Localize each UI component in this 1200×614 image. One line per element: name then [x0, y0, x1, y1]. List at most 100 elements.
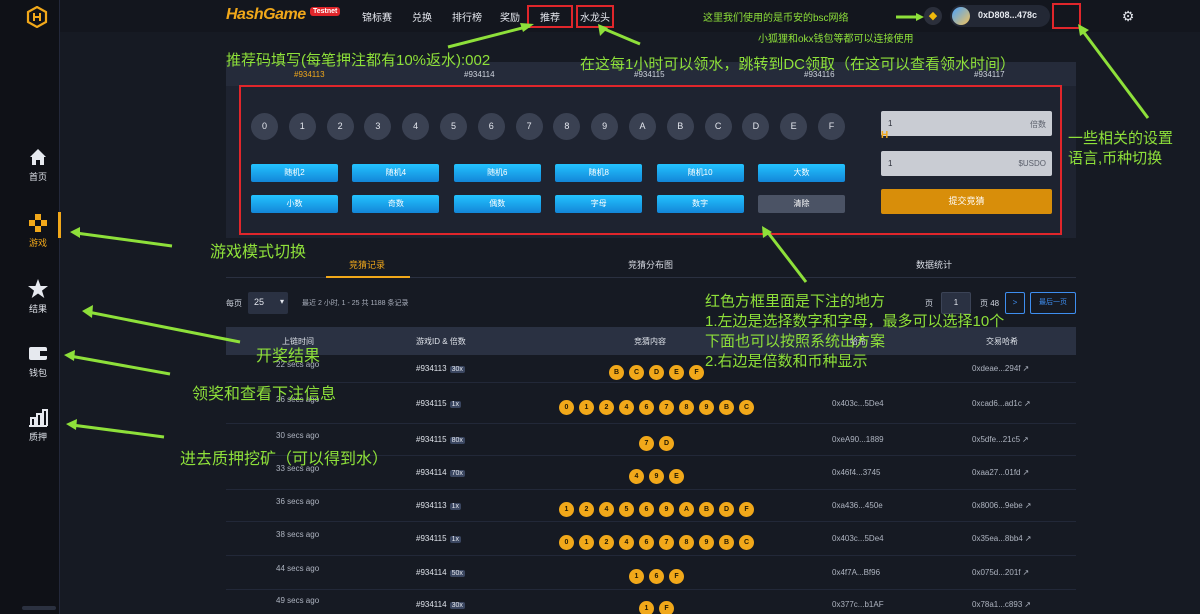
row-game-id[interactable]: #934115 1x	[416, 399, 461, 408]
sidebar-item-label: 质押	[28, 432, 47, 442]
sidebar-item-wallet[interactable]: 钱包	[16, 342, 60, 379]
bet-symbol: 9	[659, 502, 674, 517]
last-page-button[interactable]: 最后一页	[1030, 292, 1076, 314]
bet-symbol: B	[699, 502, 714, 517]
annotation-bsc: 这里我们使用的是币安的bsc网络	[703, 13, 849, 24]
bet-symbols: BCDEF	[609, 361, 709, 380]
annotation-referral: 推荐码填写(每笔押注都有10%返水):002	[226, 52, 491, 69]
sidebar-scrollbar[interactable]	[22, 606, 56, 610]
wallet-button[interactable]: 0xD808...478c	[950, 5, 1050, 27]
round-tab[interactable]: #934114	[464, 70, 495, 79]
row-tx-hash[interactable]: 0x78a1...c893 ↗	[972, 600, 1031, 609]
external-link-icon[interactable]: ↗	[1024, 399, 1031, 408]
nav-exchange[interactable]: 兑换	[412, 9, 432, 24]
tab-bet-records[interactable]: 竞猜记录	[349, 258, 385, 271]
row-hash[interactable]: 0x403c...5De4	[832, 534, 884, 543]
row-hash[interactable]: 0x46f4...3745	[832, 468, 880, 477]
annotation-wallets: 小狐狸和okx钱包等都可以连接使用	[758, 34, 914, 45]
external-link-icon[interactable]: ↗	[1025, 534, 1032, 543]
row-game-id[interactable]: #934113 1x	[416, 501, 461, 510]
bet-symbol: F	[659, 601, 674, 614]
tx-hash: 0xcad6...ad1c	[972, 399, 1022, 408]
game-id: #934113	[416, 364, 447, 373]
bet-symbols: 124569ABDF	[559, 498, 759, 517]
star-icon	[28, 279, 48, 298]
arrow-results	[87, 310, 241, 344]
multiplier-badge: 30x	[449, 602, 465, 609]
sidebar-item-label: 游戏	[28, 238, 47, 248]
sidebar-item-home[interactable]: 首页	[16, 146, 60, 183]
tab-distribution[interactable]: 竞猜分布图	[628, 258, 673, 271]
row-tx-hash[interactable]: 0x5dfe...21c5 ↗	[972, 435, 1029, 444]
row-tx-hash[interactable]: 0xaa27...01fd ↗	[972, 468, 1029, 477]
annotation-results: 开奖结果	[256, 348, 321, 365]
nav-leaderboard[interactable]: 排行榜	[452, 9, 482, 24]
row-hash[interactable]: 0x4f7A...Bf96	[832, 568, 880, 577]
avatar	[952, 7, 970, 25]
row-tx-hash[interactable]: 0x35ea...8bb4 ↗	[972, 534, 1031, 543]
active-indicator	[58, 212, 61, 238]
row-game-id[interactable]: #934115 80x	[416, 435, 465, 444]
tab-statistics[interactable]: 数据统计	[916, 258, 952, 271]
row-tx-hash[interactable]: 0xcad6...ad1c ↗	[972, 399, 1031, 408]
bet-symbol: F	[669, 569, 684, 584]
row-hash[interactable]: 0x377c...b1AF	[832, 600, 884, 609]
next-page-button[interactable]: >	[1005, 292, 1025, 314]
sidebar-item-game[interactable]: 游戏	[16, 212, 60, 249]
game-id: #934115	[416, 435, 447, 444]
col-header-content: 竞猜内容	[634, 337, 666, 346]
bet-symbol: 7	[659, 535, 674, 550]
tx-hash: 0x78a1...c893	[972, 600, 1023, 609]
brand-logo[interactable]: HashGame	[226, 6, 306, 24]
bet-symbol: 2	[579, 502, 594, 517]
row-hash[interactable]: 0x403c...5De4	[832, 399, 884, 408]
gamepad-icon	[29, 214, 47, 232]
table-row: 49 secs ago #934114 30x 1 F 0x377c...b1AF 0x78…	[226, 590, 1076, 614]
external-link-icon[interactable]: ↗	[1022, 435, 1029, 444]
bet-symbol: C	[739, 535, 754, 550]
bet-symbol: 9	[649, 469, 664, 484]
tx-hash: 0xaa27...01fd	[972, 468, 1021, 477]
bet-symbol: 4	[619, 400, 634, 415]
per-page-select[interactable]: 25 ▾	[248, 292, 288, 314]
referral-highlight	[527, 5, 573, 28]
row-game-id[interactable]: #934114 30x	[416, 600, 465, 609]
bet-symbol: 7	[639, 436, 654, 451]
row-game-id[interactable]: #934115 1x	[416, 534, 461, 543]
bet-symbols: 01246789BC	[559, 531, 759, 550]
bet-symbol: E	[669, 469, 684, 484]
row-hash[interactable]: 0xeA90...1889	[832, 435, 884, 444]
table-row: 44 secs ago #934114 50x 1 6 F 0x4f7A...Bf96 0x0…	[226, 556, 1076, 590]
external-link-icon[interactable]: ↗	[1025, 501, 1032, 510]
bet-symbols: 1F	[639, 597, 679, 614]
row-tx-hash[interactable]: 0x8006...9ebe ↗	[972, 501, 1031, 510]
external-link-icon[interactable]: ↗	[1022, 468, 1029, 477]
arrow-game-mode	[75, 231, 173, 248]
nav-rewards[interactable]: 奖励	[500, 9, 520, 24]
row-tx-hash[interactable]: 0x075d...201f ↗	[972, 568, 1029, 577]
table-row: 26 secs ago #934115 1x 0 1 2 4 6 7 8 9 B C 0x403c...5…	[226, 383, 1076, 424]
bet-symbol: B	[719, 535, 734, 550]
round-tab[interactable]: #934113	[294, 70, 325, 79]
sidebar-item-stake[interactable]: 质押	[16, 406, 60, 443]
external-link-icon[interactable]: ↗	[1022, 364, 1029, 373]
bet-symbol: 0	[559, 535, 574, 550]
annotation-bet-line: 2.右边是倍数和币种显示	[705, 353, 868, 370]
bsc-network-icon[interactable]: ◆	[924, 7, 942, 25]
row-game-id[interactable]: #934114 50x	[416, 568, 465, 577]
external-link-icon[interactable]: ↗	[1022, 568, 1029, 577]
hash-logo-icon[interactable]	[26, 6, 48, 28]
arrow-stake	[71, 423, 165, 439]
external-link-icon[interactable]: ↗	[1024, 600, 1031, 609]
bet-symbol: 6	[649, 569, 664, 584]
sidebar-item-results[interactable]: 结果	[16, 278, 60, 315]
gear-icon[interactable]: ⚙	[1120, 8, 1136, 24]
annotation-bet-line: 下面也可以按照系统出方案	[705, 333, 886, 350]
bet-symbol: 1	[559, 502, 574, 517]
nav-tournament[interactable]: 锦标赛	[362, 9, 392, 24]
row-game-id[interactable]: #934113 30x	[416, 364, 465, 373]
stake-icon	[29, 409, 48, 427]
tx-hash: 0x8006...9ebe	[972, 501, 1023, 510]
row-game-id[interactable]: #934114 70x	[416, 468, 465, 477]
row-hash[interactable]: 0xa436...450e	[832, 501, 883, 510]
